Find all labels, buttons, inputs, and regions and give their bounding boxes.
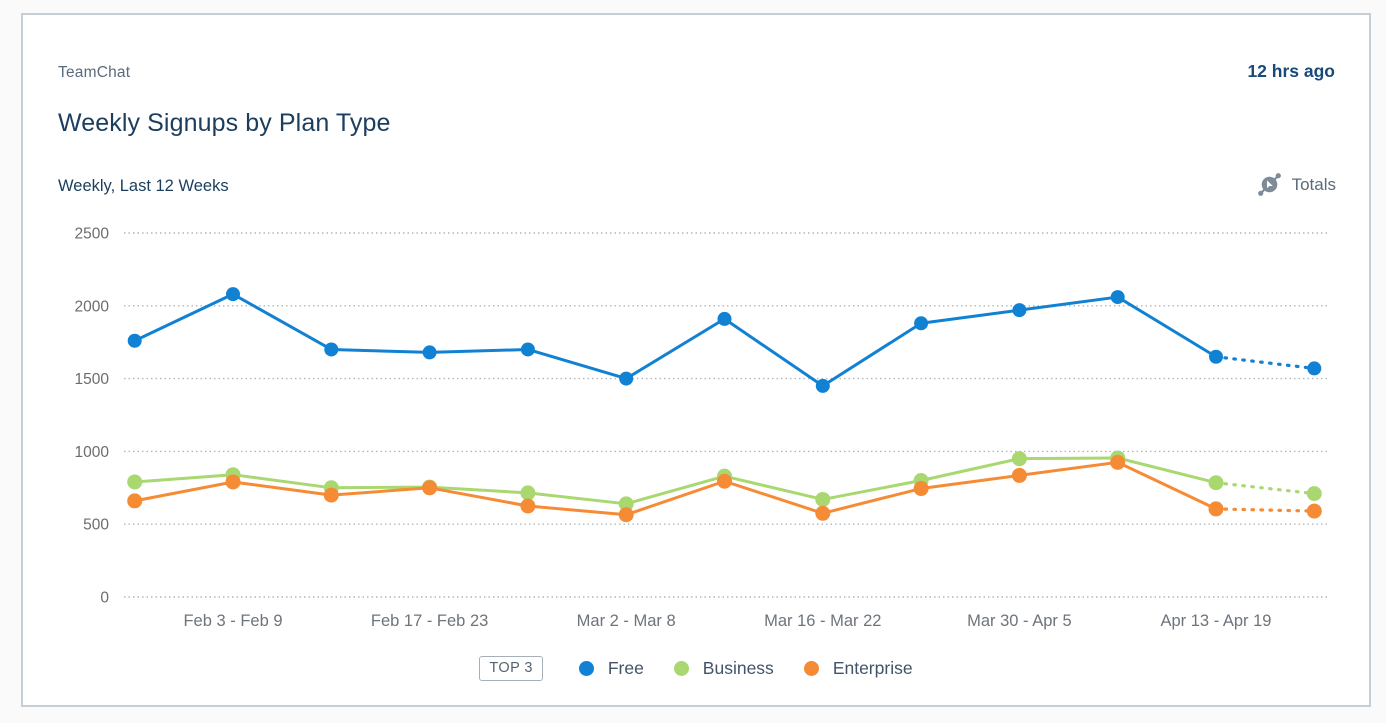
data-point-marker-enterprise[interactable] xyxy=(1110,455,1125,470)
data-point-marker-enterprise[interactable] xyxy=(717,474,732,489)
x-axis-label: Mar 30 - Apr 5 xyxy=(967,612,1072,630)
y-axis-tick-label: 2000 xyxy=(75,298,110,315)
series-projection-segment-enterprise xyxy=(1216,509,1314,511)
data-point-marker-enterprise[interactable] xyxy=(1209,501,1224,516)
data-point-marker-free[interactable] xyxy=(1111,290,1125,304)
data-point-marker-free[interactable] xyxy=(1307,361,1321,375)
legend-label: Enterprise xyxy=(833,658,913,679)
data-point-marker-enterprise[interactable] xyxy=(815,506,830,521)
signups-line-chart: 0 500 1000 1500 2000 2500 Feb 3 - Feb 9 Feb 17 … xyxy=(23,207,1373,647)
data-point-marker-business[interactable] xyxy=(815,492,830,507)
legend-dot-free xyxy=(579,661,594,676)
data-point-marker-free[interactable] xyxy=(914,316,928,330)
data-point-marker-enterprise[interactable] xyxy=(520,499,535,514)
data-point-marker-free[interactable] xyxy=(521,342,535,356)
y-axis-tick-label: 500 xyxy=(83,517,109,534)
data-point-marker-enterprise[interactable] xyxy=(127,493,142,508)
legend-label: Free xyxy=(608,658,644,679)
data-point-marker-enterprise[interactable] xyxy=(914,481,929,496)
data-point-marker-enterprise[interactable] xyxy=(1012,468,1027,483)
totals-toggle-button[interactable]: Totals xyxy=(1256,171,1336,198)
legend-item-enterprise[interactable]: Enterprise xyxy=(804,658,913,679)
chart-title: Weekly Signups by Plan Type xyxy=(58,109,391,138)
data-point-marker-business[interactable] xyxy=(520,485,535,500)
source-label: TeamChat xyxy=(58,64,130,82)
y-axis-tick-label: 2500 xyxy=(75,226,110,243)
x-axis-label: Feb 17 - Feb 23 xyxy=(371,612,488,630)
data-point-marker-free[interactable] xyxy=(226,287,240,301)
top3-badge: TOP 3 xyxy=(479,656,542,681)
data-point-marker-enterprise[interactable] xyxy=(226,474,241,489)
data-point-marker-free[interactable] xyxy=(1209,350,1223,364)
legend-item-free[interactable]: Free xyxy=(579,658,644,679)
chart-legend: TOP 3 Free Business Enterprise xyxy=(23,656,1369,681)
data-point-marker-business[interactable] xyxy=(1209,475,1224,490)
data-point-marker-free[interactable] xyxy=(324,342,338,356)
y-axis-tick-label: 0 xyxy=(100,590,109,607)
totals-datapoint-icon xyxy=(1256,171,1283,198)
data-point-marker-enterprise[interactable] xyxy=(619,507,634,522)
data-point-marker-free[interactable] xyxy=(423,345,437,359)
x-axis-label: Apr 13 - Apr 19 xyxy=(1161,612,1272,630)
series-projection-segment-free xyxy=(1216,357,1314,369)
data-point-marker-business[interactable] xyxy=(1012,451,1027,466)
legend-item-business[interactable]: Business xyxy=(674,658,774,679)
legend-label: Business xyxy=(703,658,774,679)
last-updated-label: 12 hrs ago xyxy=(1247,61,1335,82)
data-point-marker-enterprise[interactable] xyxy=(324,488,339,503)
data-point-marker-free[interactable] xyxy=(816,379,830,393)
data-point-marker-free[interactable] xyxy=(718,312,732,326)
data-point-marker-enterprise[interactable] xyxy=(422,480,437,495)
data-point-marker-business[interactable] xyxy=(1307,486,1322,501)
date-range-label: Weekly, Last 12 Weeks xyxy=(58,177,229,196)
data-point-marker-free[interactable] xyxy=(128,334,142,348)
data-point-marker-enterprise[interactable] xyxy=(1307,504,1322,519)
data-point-marker-business[interactable] xyxy=(127,474,142,489)
data-point-marker-free[interactable] xyxy=(1012,303,1026,317)
x-axis-label: Mar 16 - Mar 22 xyxy=(764,612,881,630)
y-axis-tick-label: 1500 xyxy=(75,371,110,388)
x-axis-label: Mar 2 - Mar 8 xyxy=(577,612,676,630)
legend-dot-enterprise xyxy=(804,661,819,676)
y-axis-tick-label: 1000 xyxy=(75,444,110,461)
chart-card: TeamChat 12 hrs ago Weekly Signups by Pl… xyxy=(21,13,1371,707)
data-point-marker-free[interactable] xyxy=(619,372,633,386)
series-line-free xyxy=(135,294,1216,386)
x-axis-label: Feb 3 - Feb 9 xyxy=(183,612,282,630)
totals-label: Totals xyxy=(1292,175,1336,195)
series-projection-segment-business xyxy=(1216,483,1314,494)
legend-dot-business xyxy=(674,661,689,676)
